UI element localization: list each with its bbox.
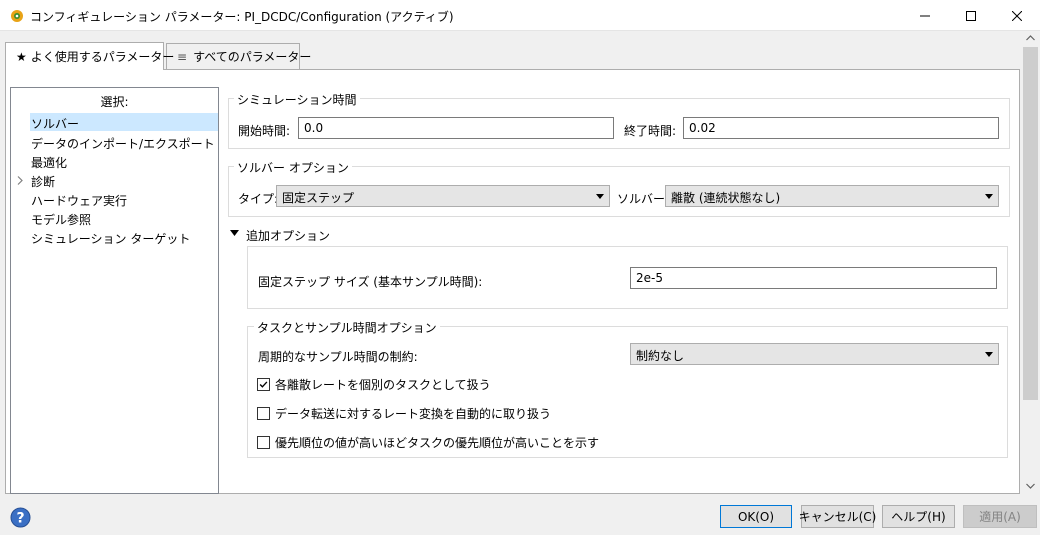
app-icon (11, 10, 23, 22)
svg-text:?: ? (16, 511, 24, 527)
help-icon[interactable]: ? (10, 507, 31, 528)
checkbox-row-auto-rate-transition[interactable]: データ転送に対するレート変換を自動的に取り扱う (257, 405, 551, 422)
tree-item-data-import-export[interactable]: データのインポート/エクスポート (31, 135, 215, 152)
tab-favorite-parameters[interactable]: ★ よく使用するパラメーター (5, 42, 174, 70)
checkbox-row-higher-priority-value[interactable]: 優先順位の値が高いほどタスクの優先順位が高いことを示す (257, 434, 599, 451)
periodic-constraint-dropdown[interactable]: 制約なし (630, 343, 999, 365)
help-button[interactable]: ヘルプ(H) (882, 505, 955, 528)
ok-button[interactable]: OK(O) (720, 505, 792, 528)
dropdown-arrow-icon (985, 352, 993, 357)
tree-item-hardware-implementation[interactable]: ハードウェア実行 (31, 192, 127, 209)
minimize-button[interactable] (902, 0, 948, 31)
checkbox-label: データ転送に対するレート変換を自動的に取り扱う (275, 407, 552, 421)
window-title: コンフィギュレーション パラメーター: PI_DCDC/Configuratio… (30, 10, 454, 24)
expand-triangle-icon[interactable] (230, 230, 239, 237)
solver-value: 離散 (連続状態なし) (671, 191, 781, 205)
close-button[interactable] (994, 0, 1040, 31)
apply-button[interactable]: 適用(A) (963, 505, 1037, 528)
simulation-time-title: シミュレーション時間 (234, 91, 360, 108)
solver-label: ソルバー: (617, 192, 670, 206)
tree-item-model-referencing[interactable]: モデル参照 (31, 211, 91, 228)
tree-item-optimization[interactable]: 最適化 (31, 154, 67, 171)
tasks-sample-time-title: タスクとサンプル時間オプション (254, 319, 440, 336)
checkbox-label: 各離散レートを個別のタスクとして扱う (275, 378, 491, 392)
star-icon: ★ (16, 49, 27, 64)
maximize-button[interactable] (948, 0, 994, 31)
checkbox-row-discrete-rate-tasks[interactable]: 各離散レートを個別のタスクとして扱う (257, 376, 491, 393)
scrollbar-thumb[interactable] (1023, 47, 1038, 400)
periodic-constraint-value: 制約なし (636, 349, 685, 363)
additional-options-title[interactable]: 追加オプション (246, 227, 330, 244)
fixed-step-size-label: 固定ステップ サイズ (基本サンプル時間): (258, 275, 483, 289)
cancel-button[interactable]: キャンセル(C) (799, 505, 876, 528)
checkbox-checked[interactable] (257, 378, 270, 391)
tree-header: 選択: (100, 95, 129, 109)
tab-label: すべてのパラメーター (193, 50, 312, 64)
list-icon: ≡ (177, 49, 188, 64)
dropdown-arrow-icon (596, 194, 604, 199)
start-time-label: 開始時間: (238, 124, 291, 138)
solver-options-title: ソルバー オプション (234, 159, 352, 176)
solver-type-value: 固定ステップ (282, 191, 355, 205)
periodic-constraint-label: 周期的なサンプル時間の制約: (258, 350, 418, 364)
tree-item-simulation-target[interactable]: シミュレーション ターゲット (31, 230, 190, 247)
tab-all-parameters[interactable]: ≡ すべてのパラメーター (166, 43, 311, 69)
maximize-icon (966, 10, 976, 21)
scroll-down-icon[interactable] (1026, 483, 1035, 489)
checkbox-unchecked[interactable] (257, 407, 270, 420)
tree-item-diagnostics[interactable]: 診断 (31, 173, 55, 190)
start-time-input[interactable]: 0.0 (298, 117, 614, 139)
solver-dropdown[interactable]: 離散 (連続状態なし) (665, 185, 999, 207)
chevron-right-icon[interactable] (17, 176, 23, 185)
minimize-icon (920, 15, 930, 16)
checkbox-unchecked[interactable] (257, 436, 270, 449)
stop-time-input[interactable]: 0.02 (683, 117, 999, 139)
stop-time-label: 終了時間: (624, 124, 677, 138)
tab-label: よく使用するパラメーター (30, 50, 175, 64)
tree-item-solver[interactable]: ソルバー (31, 115, 79, 132)
close-icon (1012, 10, 1022, 21)
dropdown-arrow-icon (985, 194, 993, 199)
solver-type-label: タイプ: (238, 192, 279, 206)
scroll-up-icon[interactable] (1026, 35, 1035, 41)
fixed-step-size-input[interactable]: 2e-5 (630, 267, 997, 289)
solver-type-dropdown[interactable]: 固定ステップ (276, 185, 610, 207)
checkbox-label: 優先順位の値が高いほどタスクの優先順位が高いことを示す (275, 436, 600, 450)
